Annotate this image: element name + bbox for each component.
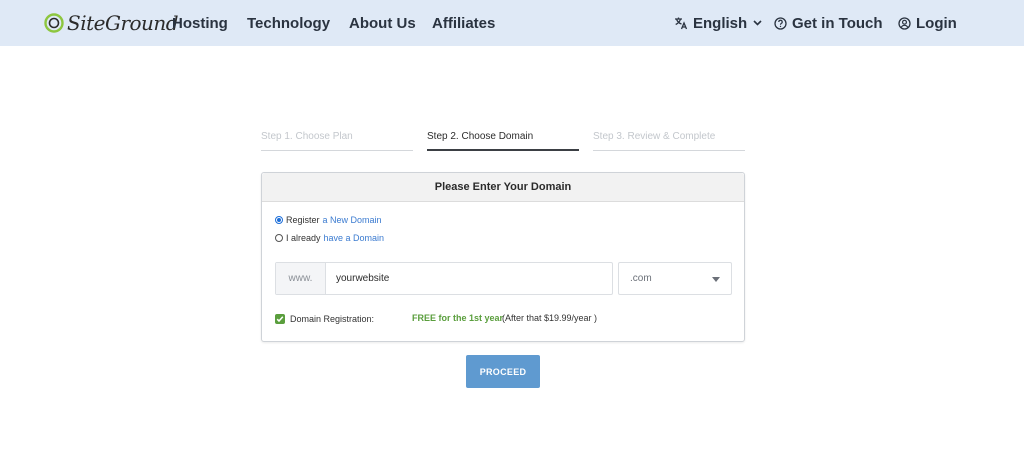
registration-checkbox[interactable] — [275, 314, 285, 324]
domain-card-title: Please Enter Your Domain — [262, 173, 744, 202]
nav-about-label: About Us — [349, 14, 416, 32]
step-review-complete: Step 3. Review & Complete — [593, 131, 745, 151]
existing-link[interactable]: have a Domain — [324, 233, 385, 243]
domain-registration-row: Domain Registration: — [275, 314, 374, 324]
tld-selected-value: .com — [630, 273, 652, 284]
register-radio[interactable] — [275, 216, 283, 224]
siteground-logo-icon — [44, 13, 64, 33]
language-label: English — [693, 14, 748, 32]
nav-hosting-label: Hosting — [172, 14, 228, 32]
domain-input-group: www. — [275, 262, 613, 295]
nav-technology-label: Technology — [247, 14, 331, 32]
logo-text: SiteGround — [67, 11, 179, 35]
siteground-logo[interactable]: SiteGround — [44, 11, 179, 35]
domain-card: Please Enter Your Domain Register a New … — [261, 172, 745, 342]
translate-icon — [674, 16, 688, 30]
nav-about-us[interactable]: About Us — [349, 0, 416, 46]
existing-radio[interactable] — [275, 234, 283, 242]
login-label: Login — [916, 14, 957, 32]
step-choose-plan[interactable]: Step 1. Choose Plan — [261, 131, 413, 151]
step-choose-domain[interactable]: Step 2. Choose Domain — [427, 131, 579, 151]
get-in-touch-link[interactable]: Get in Touch — [774, 0, 883, 46]
language-selector[interactable]: English — [674, 0, 762, 46]
chevron-down-icon — [753, 20, 762, 26]
existing-domain-option[interactable]: I already have a Domain — [275, 233, 384, 243]
nav-affiliates-label: Affiliates — [432, 14, 496, 32]
nav-affiliates[interactable]: Affiliates — [432, 0, 495, 46]
checkout-steps: Step 1. Choose Plan Step 2. Choose Domai… — [261, 131, 745, 151]
renewal-price-text: (After that $19.99/year ) — [502, 313, 598, 323]
login-link[interactable]: Login — [898, 0, 957, 46]
nav-technology[interactable]: Technology — [247, 0, 330, 46]
register-new-domain-option[interactable]: Register a New Domain — [275, 215, 382, 225]
help-circle-icon — [774, 16, 787, 30]
registration-label: Domain Registration: — [290, 314, 375, 324]
register-prefix: Register — [286, 215, 320, 225]
domain-input[interactable] — [326, 263, 612, 294]
proceed-button[interactable]: PROCEED — [466, 355, 540, 388]
www-prefix: www. — [276, 263, 326, 294]
register-link[interactable]: a New Domain — [323, 215, 382, 225]
caret-down-icon — [712, 277, 720, 282]
top-navigation-bar: SiteGround Hosting Technology About Us A… — [0, 0, 1024, 46]
tld-select[interactable]: .com — [618, 262, 732, 295]
user-circle-icon — [898, 16, 911, 30]
check-icon — [276, 316, 284, 323]
free-first-year-text: FREE for the 1st year — [412, 313, 504, 323]
get-in-touch-label: Get in Touch — [792, 14, 883, 32]
existing-prefix: I already — [286, 233, 321, 243]
nav-hosting[interactable]: Hosting — [172, 0, 228, 46]
